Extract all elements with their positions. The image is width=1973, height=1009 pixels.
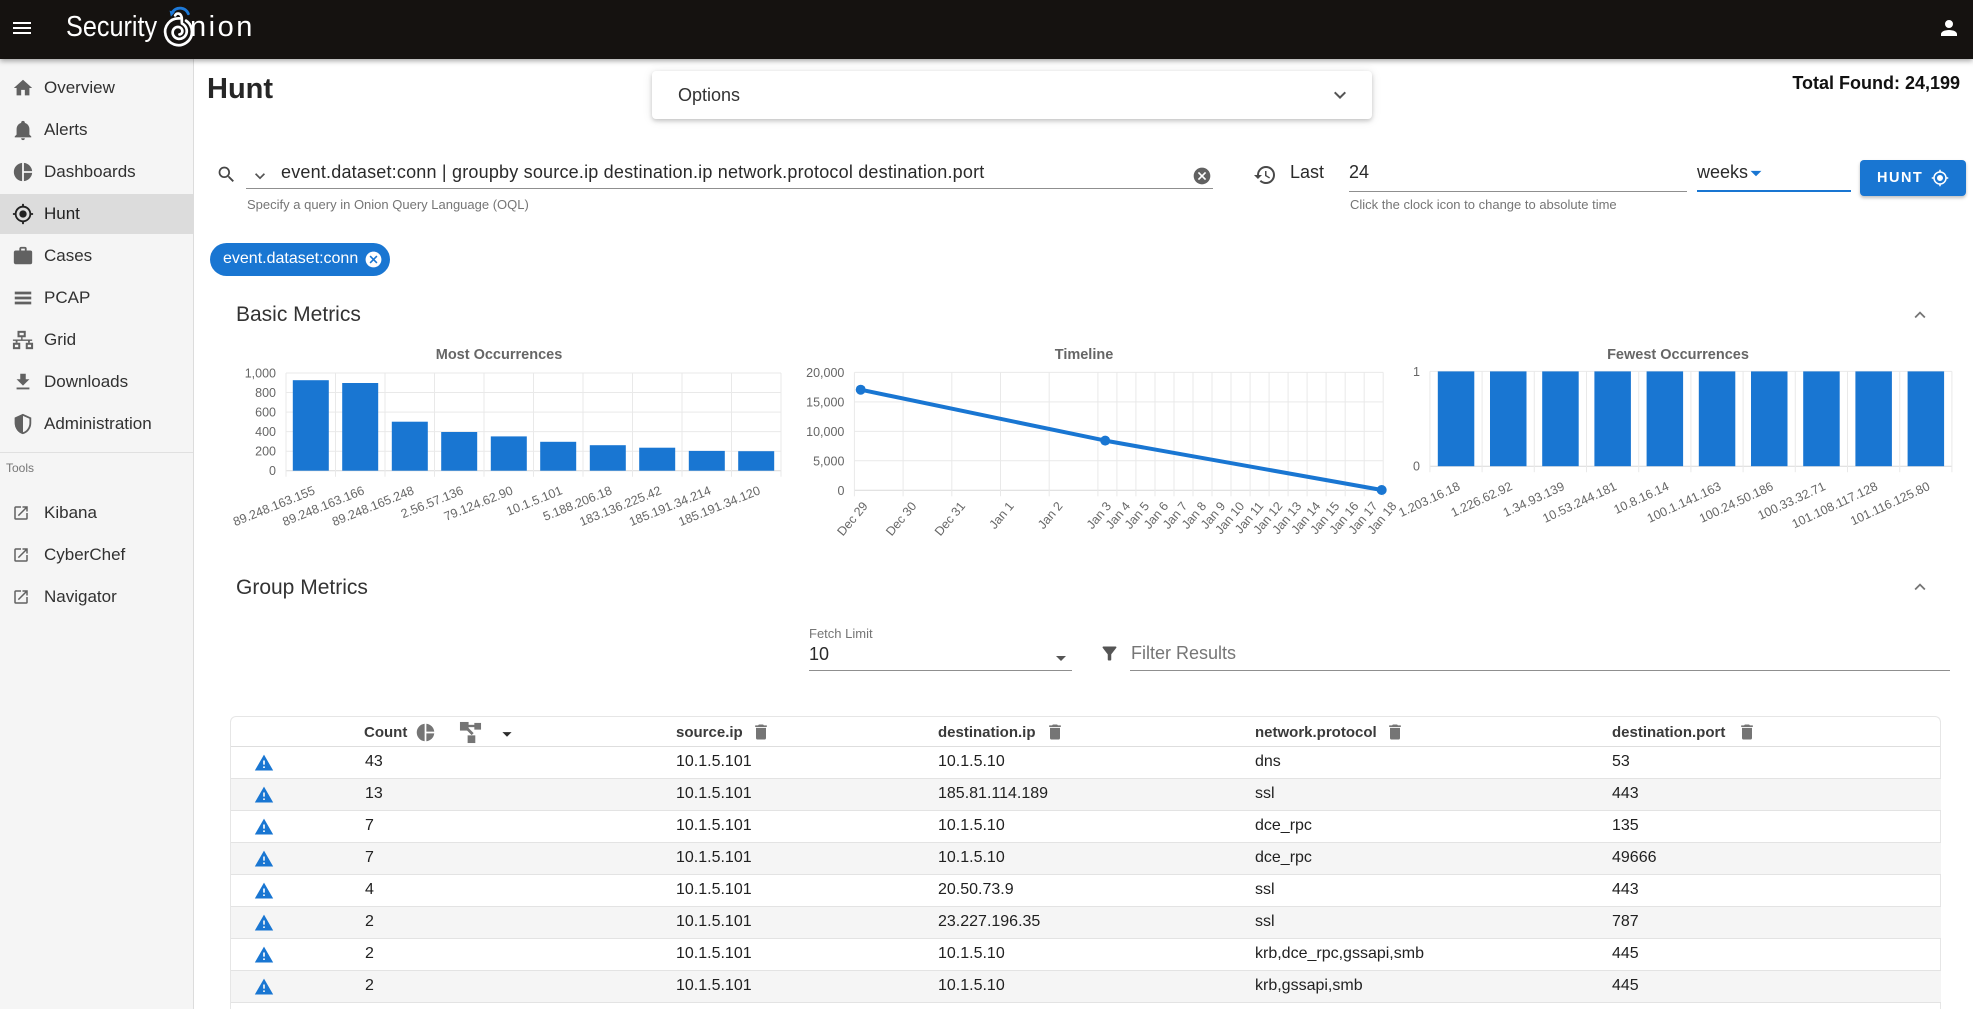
svg-text:Jan 1: Jan 1: [986, 499, 1016, 531]
svg-text:20,000: 20,000: [806, 366, 844, 380]
svg-text:Dec 29: Dec 29: [835, 499, 871, 538]
svg-text:Most Occurrences: Most Occurrences: [436, 347, 563, 363]
svg-text:Dec 31: Dec 31: [932, 499, 968, 538]
svg-text:Fewest Occurrences: Fewest Occurrences: [1607, 347, 1749, 363]
svg-text:0: 0: [269, 464, 276, 478]
svg-text:10,000: 10,000: [806, 425, 844, 439]
svg-text:15,000: 15,000: [806, 395, 844, 409]
svg-text:400: 400: [255, 425, 276, 439]
svg-text:600: 600: [255, 406, 276, 420]
svg-text:Dec 30: Dec 30: [883, 499, 919, 538]
svg-text:0: 0: [1413, 460, 1420, 474]
svg-text:1,000: 1,000: [245, 367, 276, 381]
svg-text:Timeline: Timeline: [1055, 347, 1114, 363]
svg-text:1: 1: [1413, 365, 1420, 379]
svg-text:800: 800: [255, 386, 276, 400]
svg-text:5,000: 5,000: [813, 454, 844, 468]
svg-text:Jan 2: Jan 2: [1035, 499, 1065, 531]
svg-text:0: 0: [837, 484, 844, 498]
svg-text:200: 200: [255, 445, 276, 459]
